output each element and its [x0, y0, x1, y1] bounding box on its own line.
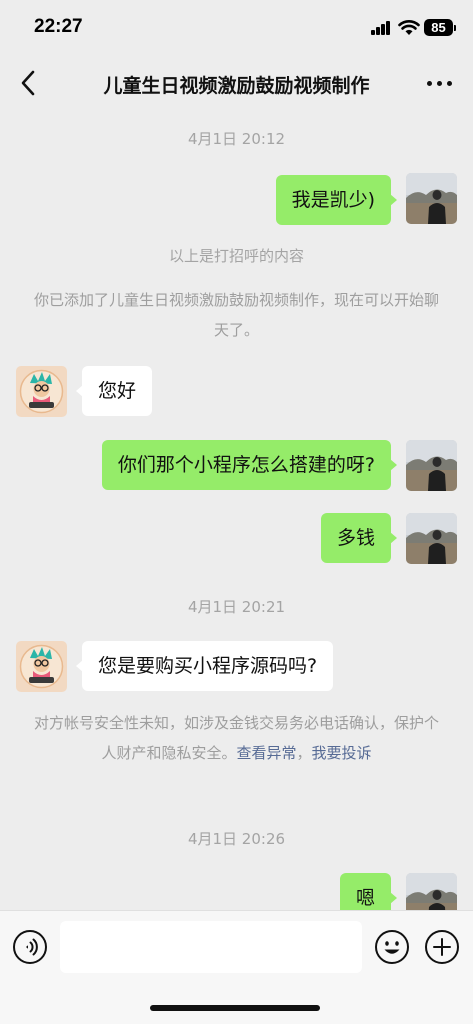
my-avatar[interactable] — [406, 440, 457, 491]
timestamp: 4月1日 20:21 — [187, 598, 286, 616]
system-message: 你已添加了儿童生日视频激励鼓励视频制作，现在可以开始聊天了。 — [34, 291, 440, 339]
nav-bar: 儿童生日视频激励鼓励视频制作 — [0, 58, 473, 110]
status-bar: 22:27 85 — [0, 0, 473, 58]
timestamp: 4月1日 20:26 — [187, 830, 286, 848]
security-warning: 对方帐号安全性未知，如涉及金钱交易务必电话确认，保护个人财产和隐私安全。查看异常… — [34, 708, 439, 768]
message-bubble-sent[interactable]: 多钱 — [320, 513, 398, 563]
message-bubble-sent[interactable]: 我是凯少) — [275, 175, 398, 225]
my-avatar[interactable] — [406, 513, 457, 564]
wifi-icon — [398, 20, 420, 35]
contact-avatar[interactable] — [16, 641, 67, 692]
message-bubble-received[interactable]: 您好 — [75, 366, 153, 416]
chat-title: 儿童生日视频激励鼓励视频制作 — [103, 75, 370, 97]
plus-icon[interactable] — [424, 929, 460, 965]
battery-icon: 85 — [424, 19, 456, 36]
system-message: 以上是打招呼的内容 — [168, 247, 304, 265]
report-link[interactable]: 我要投诉 — [312, 744, 372, 762]
voice-icon[interactable] — [12, 929, 48, 965]
signal-icon — [371, 21, 391, 35]
home-indicator — [150, 1005, 320, 1011]
timestamp: 4月1日 20:12 — [187, 130, 286, 148]
emoji-icon[interactable] — [374, 929, 410, 965]
more-dots-icon[interactable] — [425, 70, 455, 96]
message-input[interactable] — [60, 921, 362, 973]
view-anomaly-link[interactable]: 查看异常 — [236, 744, 296, 762]
contact-avatar[interactable] — [16, 366, 67, 417]
chevron-left-icon[interactable] — [14, 68, 44, 98]
message-bubble-received[interactable]: 您是要购买小程序源码吗? — [75, 641, 334, 691]
my-avatar[interactable] — [406, 173, 457, 224]
warning-separator: ， — [296, 744, 312, 762]
status-time: 22:27 — [34, 16, 83, 37]
message-bubble-sent[interactable]: 你们那个小程序怎么搭建的呀? — [101, 440, 398, 490]
